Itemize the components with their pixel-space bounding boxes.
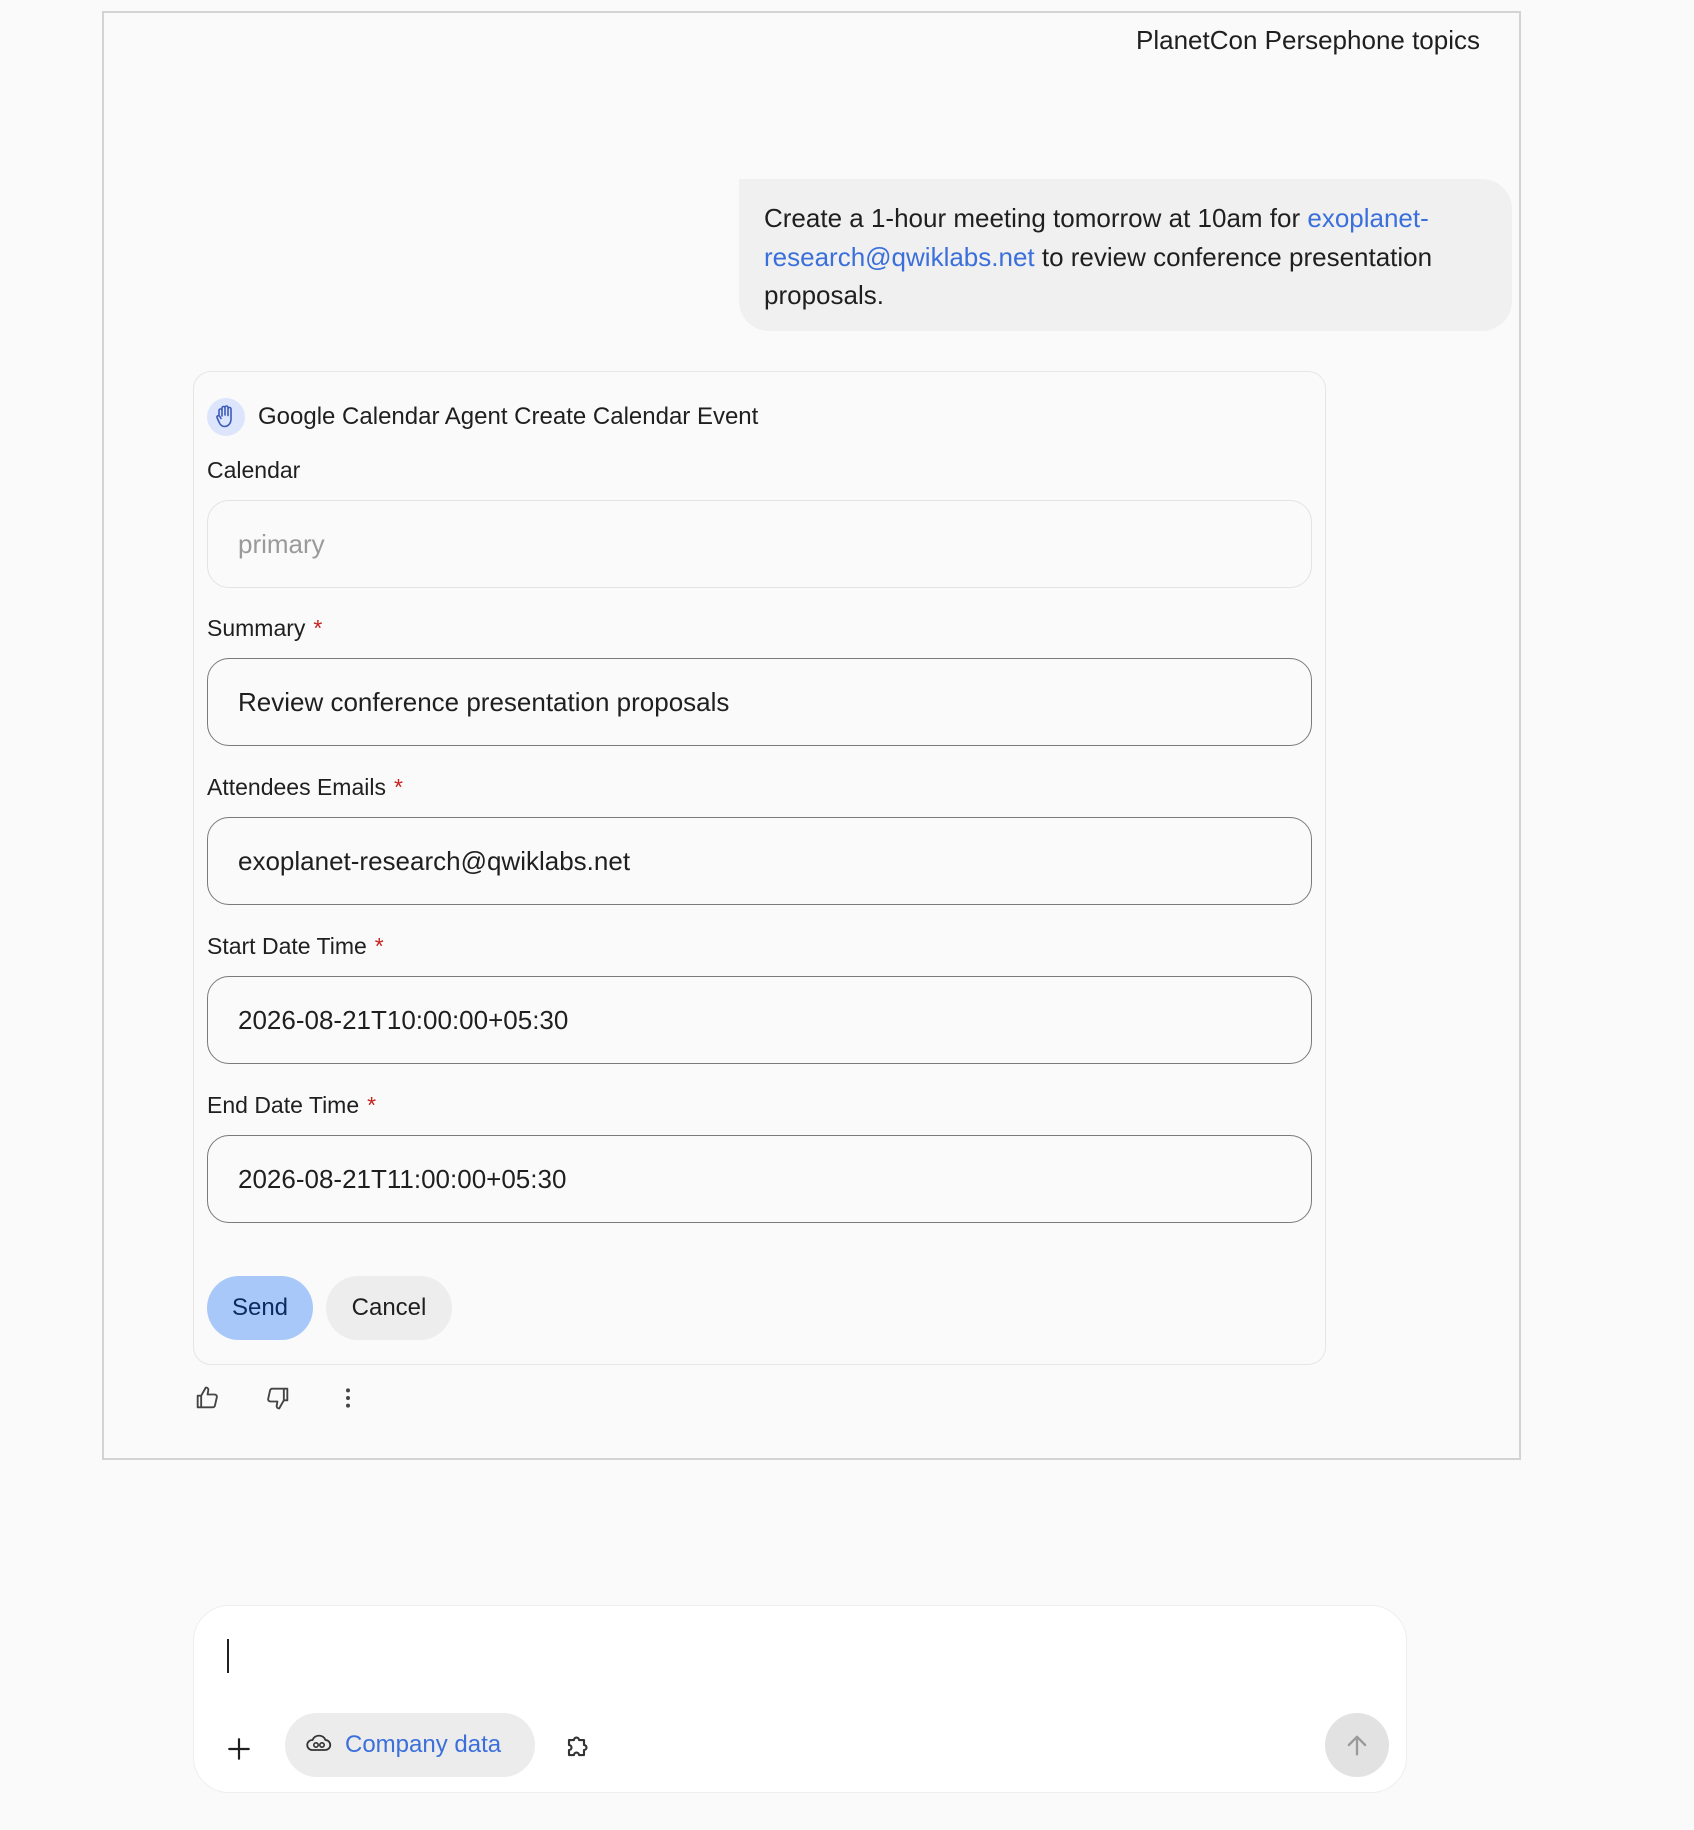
calendar-label-text: Calendar (207, 457, 301, 483)
summary-value: Review conference presentation proposals (238, 686, 730, 717)
end-date-time-field-label: End Date Time * (207, 1092, 376, 1119)
attendees-emails-input[interactable]: exoplanet-research@qwiklabs.net (207, 817, 1312, 905)
calendar-event-form-card: Google Calendar Agent Create Calendar Ev… (193, 371, 1326, 1365)
arrow-up-icon[interactable] (1325, 1713, 1389, 1777)
calendar-placeholder: primary (238, 528, 325, 559)
required-marker: * (313, 615, 323, 641)
attendees-field-label: Attendees Emails * (207, 774, 403, 801)
summary-field-label: Summary * (207, 615, 322, 642)
message-composer[interactable]: Company data (193, 1605, 1407, 1793)
puzzle-icon[interactable] (559, 1725, 599, 1765)
cancel-button[interactable]: Cancel (326, 1276, 452, 1340)
conversation-title: PlanetCon Persephone topics (1136, 25, 1481, 55)
summary-label-text: Summary (207, 615, 306, 641)
required-marker: * (393, 774, 403, 800)
thumbs-down-icon[interactable] (260, 1380, 296, 1416)
user-message-bubble: Create a 1-hour meeting tomorrow at 10am… (739, 179, 1512, 331)
plus-icon[interactable] (219, 1729, 259, 1769)
summary-input[interactable]: Review conference presentation proposals (207, 658, 1312, 746)
start-value: 2026-08-21T10:00:00+05:30 (238, 1004, 569, 1035)
attendees-label-text: Attendees Emails (207, 774, 386, 800)
raised-hand-icon (207, 398, 245, 436)
tool-card-header: Google Calendar Agent Create Calendar Ev… (207, 398, 758, 436)
user-message-text: Create a 1-hour meeting tomorrow at 10am… (764, 203, 1308, 233)
company-data-label: Company data (345, 1731, 502, 1758)
calendar-input: primary (207, 500, 1312, 588)
company-data-chip[interactable]: Company data (285, 1713, 535, 1777)
thumbs-up-icon[interactable] (189, 1380, 225, 1416)
cloud-link-icon (305, 1731, 333, 1760)
attendees-value: exoplanet-research@qwiklabs.net (238, 845, 631, 876)
end-label-text: End Date Time (207, 1092, 360, 1118)
start-date-time-field-label: Start Date Time * (207, 933, 384, 960)
end-date-time-input[interactable]: 2026-08-21T11:00:00+05:30 (207, 1135, 1312, 1223)
send-button[interactable]: Send (207, 1276, 313, 1340)
required-marker: * (367, 1092, 377, 1118)
calendar-field-label: Calendar (207, 457, 300, 484)
text-caret (227, 1639, 229, 1673)
start-label-text: Start Date Time (207, 933, 367, 959)
end-value: 2026-08-21T11:00:00+05:30 (238, 1163, 567, 1194)
tool-card-title: Google Calendar Agent Create Calendar Ev… (258, 403, 759, 430)
more-vert-icon[interactable] (330, 1380, 366, 1416)
start-date-time-input[interactable]: 2026-08-21T10:00:00+05:30 (207, 976, 1312, 1064)
required-marker: * (374, 933, 384, 959)
